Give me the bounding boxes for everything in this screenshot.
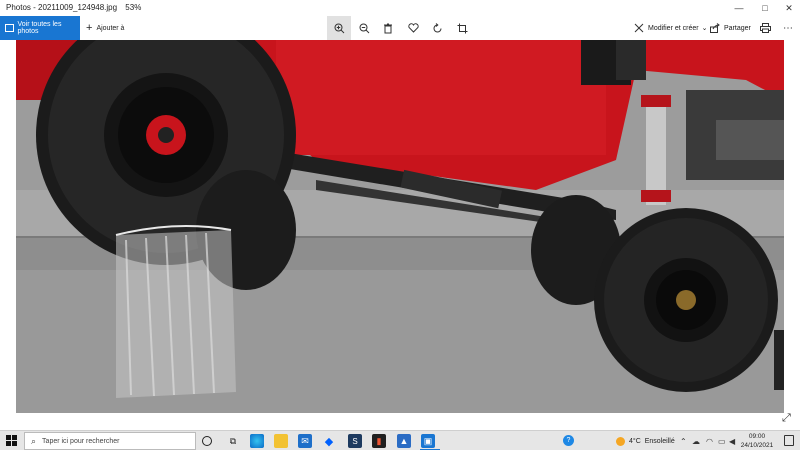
weather-text: Ensoleillé [644,437,675,445]
edit-icon [634,23,644,33]
zoom-in-icon [334,23,344,33]
photo-viewer: ⤢ [0,40,800,430]
crop-icon [457,23,467,33]
wifi-icon[interactable]: ◠ [706,431,713,450]
task-view-icon[interactable]: ⧉ [226,434,240,448]
windows-logo-pane [12,441,17,446]
windows-logo-icon [6,435,11,440]
crop-button[interactable] [450,16,474,40]
more-icon: ⋯ [783,22,793,34]
photo[interactable] [16,40,784,413]
weather-widget[interactable]: 4°C Ensoleillé [616,431,675,450]
notification-center-icon[interactable] [784,435,794,446]
rotate-icon [433,22,441,32]
network-drive-icon[interactable]: ☁ [692,431,700,450]
sun-icon [616,436,625,446]
heart-icon [407,23,419,33]
view-all-photos-label: Voir toutes les photos [17,21,62,35]
zoom-out-icon [359,23,369,33]
file-explorer-icon[interactable] [274,434,288,448]
windows-logo-pane [12,435,17,440]
printer-icon [759,23,771,33]
app-s-icon[interactable]: S [348,434,362,448]
taskbar-search[interactable]: ⌕ Taper ici pour rechercher [24,432,196,450]
maximize-button[interactable]: □ [752,0,778,16]
network-icon[interactable]: ▭ [718,431,726,450]
trash-icon [384,23,392,33]
help-icon[interactable]: ? [563,435,574,446]
rotate-button[interactable] [425,16,449,40]
edge-icon[interactable] [250,434,264,448]
clock[interactable]: 09:00 24/10/2021 [740,432,774,450]
edit-and-create-button[interactable]: Modifier et créer ⌄ [634,16,707,40]
edit-and-create-label: Modifier et créer [648,24,699,32]
close-button[interactable]: ✕ [776,0,800,16]
print-button[interactable] [756,16,774,40]
start-button[interactable] [6,435,18,447]
more-options-button[interactable]: ⋯ [780,16,796,40]
taskbar: ⌕ Taper ici pour rechercher ⧉ ✉ ◆ S ▮ ▲ … [0,430,800,450]
fullscreen-button[interactable]: ⤢ [782,412,791,425]
gallery-icon [5,24,15,32]
volume-icon[interactable]: ◀ [729,431,735,450]
share-icon [710,23,720,33]
window-title: Photos - 20211009_124948.jpg 53% [6,3,141,12]
zoom-out-button[interactable] [352,16,376,40]
rc-crawler-photo [16,40,784,413]
show-hidden-icons-icon[interactable]: ⌃ [680,431,687,450]
share-button[interactable]: Partager [710,16,751,40]
share-label: Partager [724,24,751,32]
app-word-icon[interactable]: ▲ [397,434,411,448]
dropbox-icon[interactable]: ◆ [322,434,336,448]
chevron-down-icon: ⌄ [701,25,708,32]
mail-icon[interactable]: ✉ [298,434,312,448]
window-zoom-level: 53% [125,3,142,12]
app-chart-icon[interactable]: ▮ [372,434,386,448]
add-to-button[interactable]: + Ajouter à [86,16,124,40]
toolbar: Voir toutes les photos + Ajouter à Modif… [0,16,800,40]
view-all-photos-button[interactable]: Voir toutes les photos [0,16,80,40]
add-to-label: Ajouter à [96,24,125,32]
delete-button[interactable] [376,16,400,40]
cortana-icon[interactable] [202,436,212,446]
title-bar: Photos - 20211009_124948.jpg 53% — □ ✕ [0,0,800,16]
search-placeholder: Taper ici pour rechercher [42,437,120,445]
minimize-button[interactable]: — [726,0,752,16]
windows-logo-pane [6,441,11,446]
plus-icon: + [86,22,93,34]
zoom-in-button[interactable] [327,16,351,40]
expand-icon: ⤢ [782,412,791,424]
favorite-button[interactable] [401,16,425,40]
search-icon: ⌕ [31,435,37,446]
photos-icon[interactable]: ▣ [421,434,435,448]
window-filename: Photos - 20211009_124948.jpg [6,3,118,12]
clock-time: 09:00 [748,433,766,440]
weather-temp: 4°C [629,437,641,445]
clock-date: 24/10/2021 [740,442,774,449]
